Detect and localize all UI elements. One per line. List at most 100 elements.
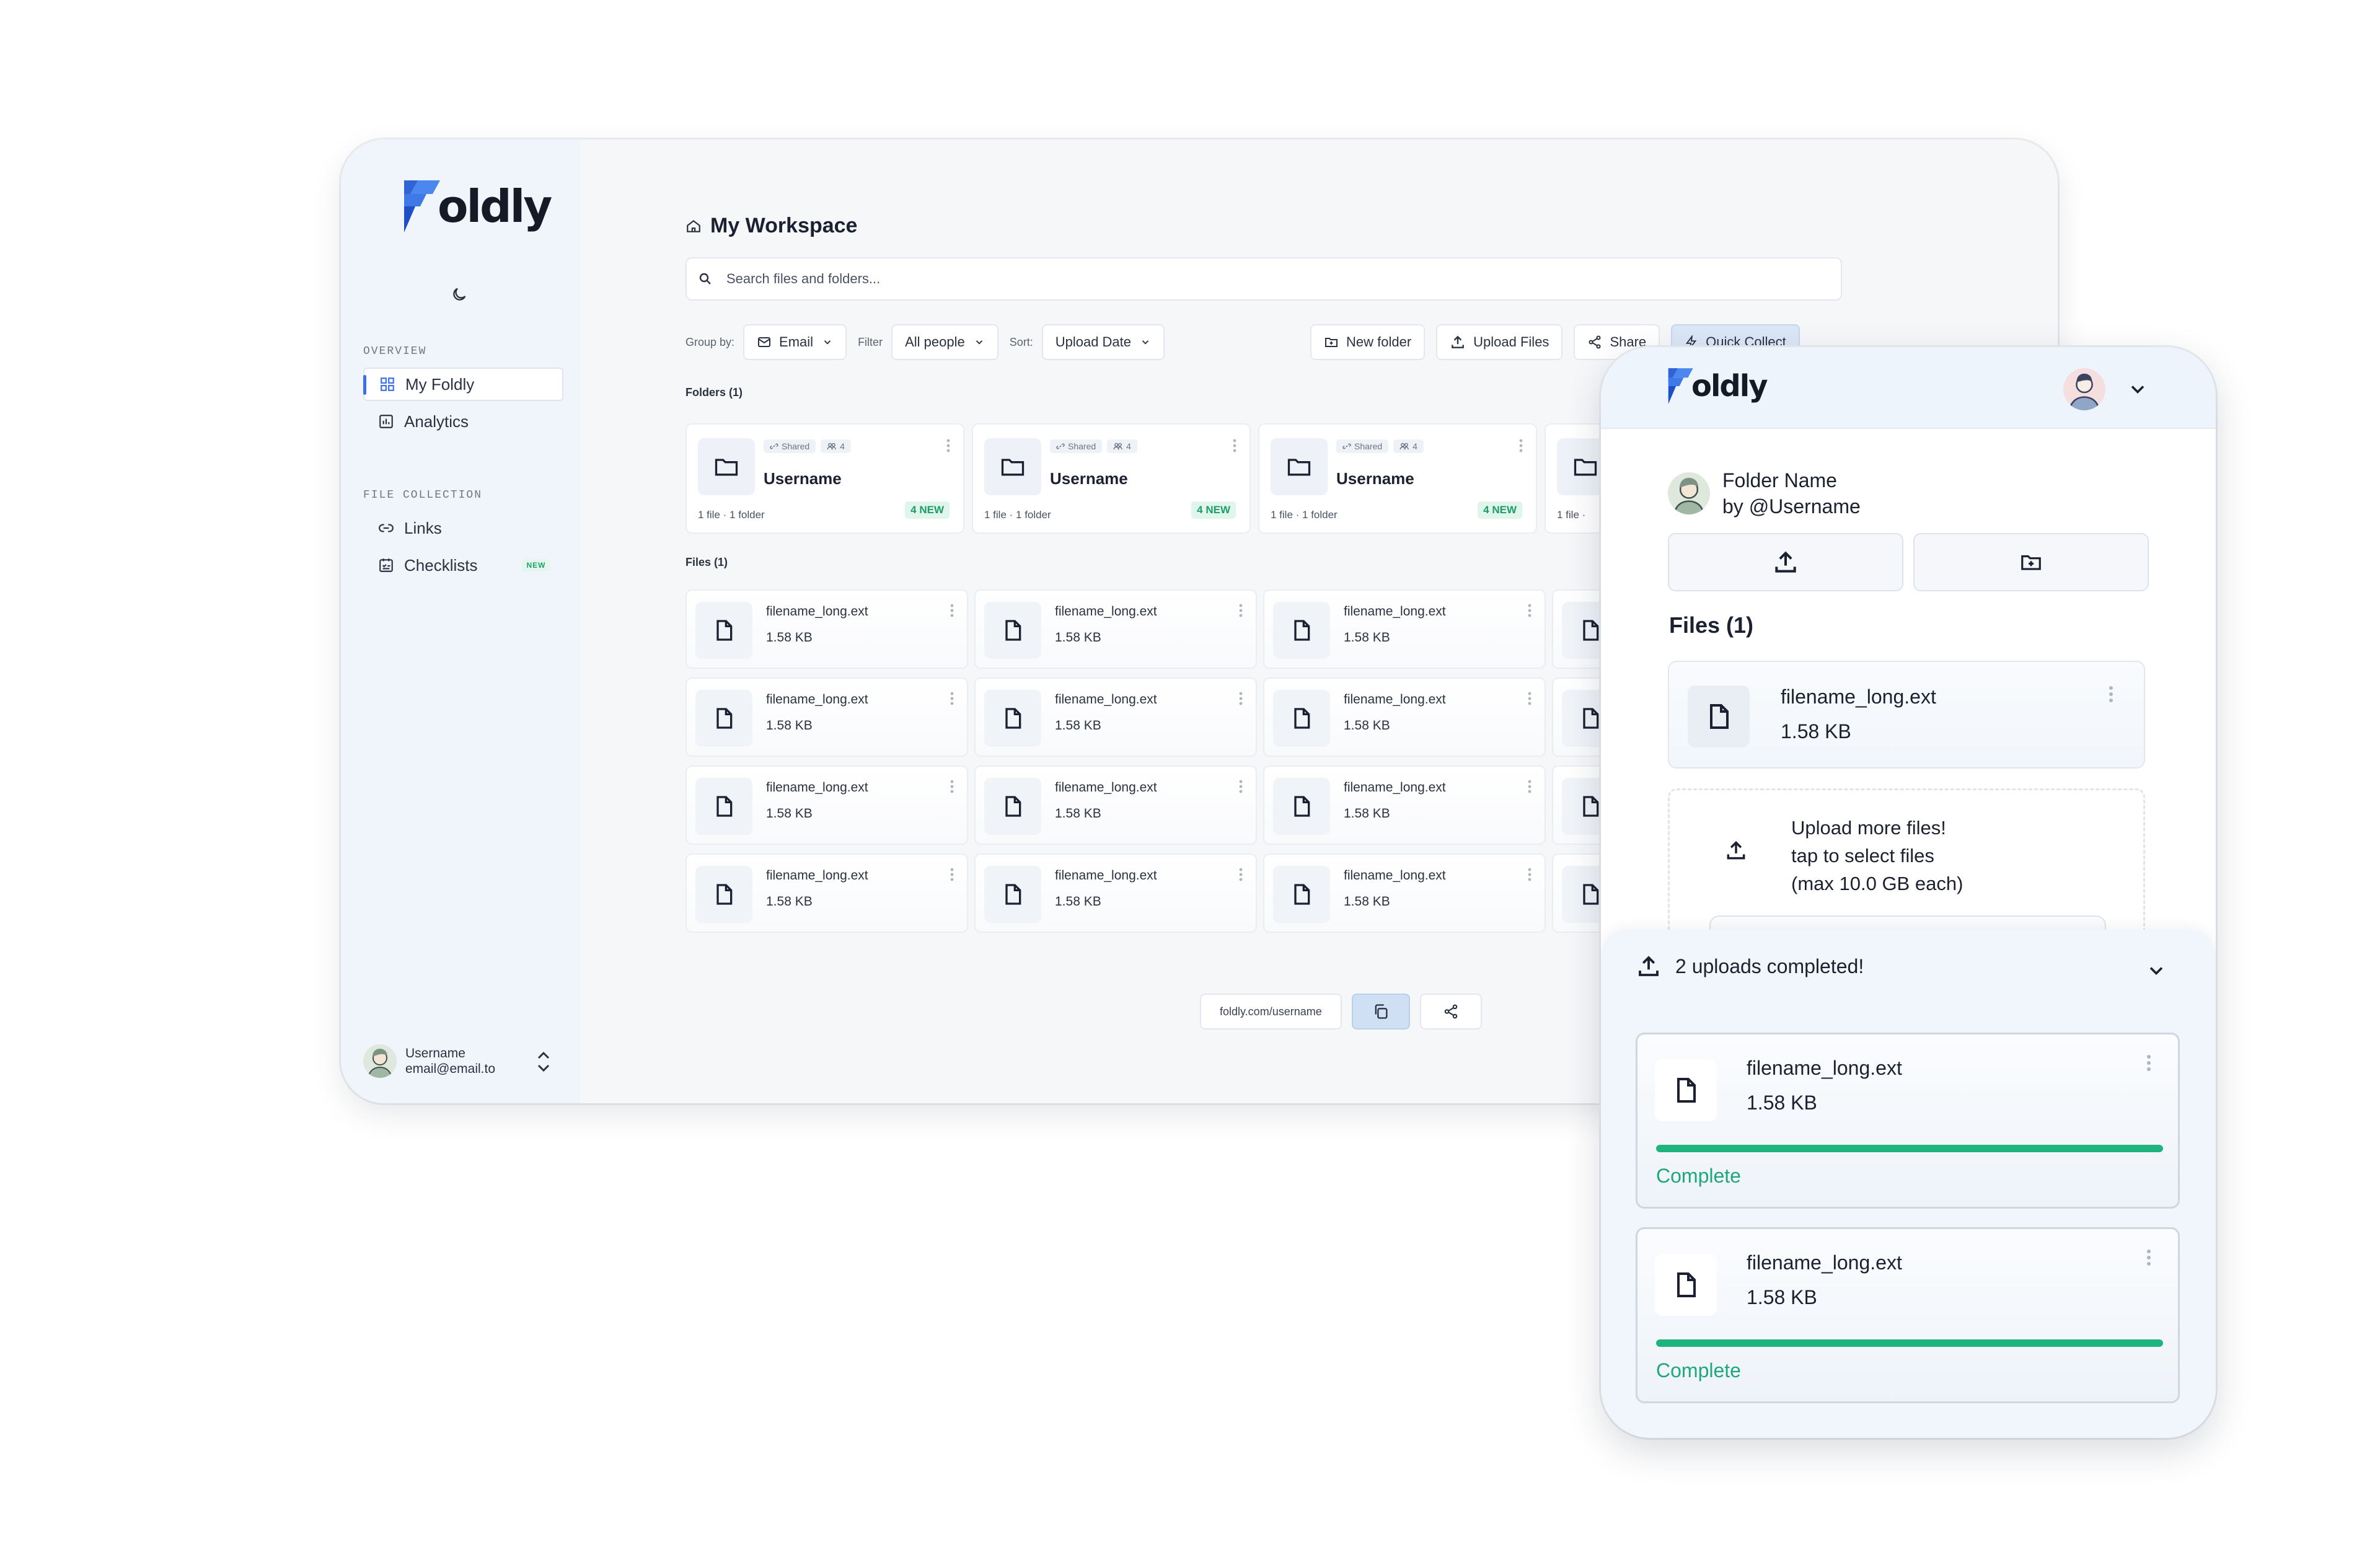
file-icon: [1005, 884, 1021, 905]
upload-icon: [1775, 551, 1796, 573]
more-vertical-icon[interactable]: [1518, 438, 1523, 453]
more-vertical-icon[interactable]: [1238, 603, 1243, 618]
section-collection-label: FILE COLLECTION: [363, 489, 483, 501]
file-card[interactable]: filename_long.ext 1.58 KB: [685, 677, 968, 757]
shared-badge-text: Shared: [782, 441, 810, 451]
folder-card[interactable]: Shared 4 Username 1 file · 1 folder 4 NE…: [972, 423, 1251, 534]
more-vertical-icon[interactable]: [1527, 779, 1532, 794]
upload-item[interactable]: filename_long.ext 1.58 KB Complete: [1636, 1227, 2180, 1403]
file-card[interactable]: filename_long.ext 1.58 KB: [974, 589, 1257, 669]
file-tile: [984, 602, 1041, 659]
file-card[interactable]: filename_long.ext 1.58 KB: [1263, 853, 1546, 933]
share-url-field[interactable]: foldly.com/username: [1200, 994, 1342, 1030]
shared-badge: Shared: [764, 439, 816, 453]
sidebar-item-links[interactable]: Links: [363, 511, 563, 545]
file-icon: [1583, 708, 1599, 729]
file-card[interactable]: filename_long.ext 1.58 KB: [974, 765, 1257, 845]
file-card[interactable]: filename_long.ext 1.58 KB: [1263, 677, 1546, 757]
file-name: filename_long.ext: [766, 604, 868, 619]
share-link-button[interactable]: [1419, 994, 1482, 1030]
copy-link-button[interactable]: [1351, 994, 1410, 1030]
search-icon: [699, 273, 711, 284]
chevron-down-icon[interactable]: [2127, 378, 2149, 400]
folder-plus-icon: [2021, 555, 2041, 570]
home-icon: [687, 219, 700, 232]
file-tile: [1655, 1059, 1717, 1121]
sidebar-item-analytics[interactable]: Analytics: [363, 405, 563, 438]
folder-icon: [1001, 459, 1025, 476]
search-input[interactable]: Search files and folders...: [685, 257, 1842, 301]
file-card[interactable]: filename_long.ext 1.58 KB: [974, 677, 1257, 757]
group-by-select[interactable]: Email: [743, 324, 847, 360]
more-vertical-icon[interactable]: [950, 691, 954, 706]
new-folder-button[interactable]: New folder: [1310, 324, 1426, 360]
file-card[interactable]: filename_long.ext 1.58 KB: [685, 853, 968, 933]
logo-mark-icon: [1668, 368, 1693, 404]
theme-toggle[interactable]: [451, 286, 468, 303]
more-vertical-icon[interactable]: [1238, 779, 1243, 794]
upload-item[interactable]: filename_long.ext 1.58 KB Complete: [1636, 1033, 2180, 1209]
sidebar-item-checklists[interactable]: Checklists NEW: [363, 549, 563, 582]
chevron-down-icon[interactable]: [2145, 959, 2167, 982]
files-heading: Files (1): [1669, 612, 1754, 638]
chevron-down-icon: [824, 340, 831, 345]
more-vertical-icon[interactable]: [2146, 1053, 2152, 1073]
filter-select[interactable]: All people: [891, 324, 998, 360]
more-vertical-icon[interactable]: [1527, 603, 1532, 618]
folder-name: Username: [1336, 469, 1414, 488]
user-menu[interactable]: Username email@email.to: [363, 1044, 550, 1078]
upload-files-label: Upload Files: [1473, 334, 1549, 350]
link-icon: [1342, 443, 1351, 449]
folder-card[interactable]: Shared 4 Username 1 file · 1 folder 4 NE…: [1258, 423, 1537, 534]
more-vertical-icon[interactable]: [1232, 438, 1237, 453]
file-size: 1.58 KB: [766, 718, 813, 733]
folder-card[interactable]: Shared 4 Username 1 file · 1 folder 4 NE…: [685, 423, 964, 534]
file-name: filename_long.ext: [1747, 1251, 1902, 1274]
file-name: filename_long.ext: [766, 868, 868, 883]
more-vertical-icon[interactable]: [1238, 691, 1243, 706]
more-vertical-icon[interactable]: [1527, 867, 1532, 882]
folder-counts: 1 file · 1 folder: [1271, 509, 1338, 521]
upload-button[interactable]: [1668, 533, 1903, 591]
more-vertical-icon[interactable]: [950, 779, 954, 794]
new-folder-button[interactable]: [1913, 533, 2149, 591]
user-email: email@email.to: [405, 1062, 496, 1076]
file-card[interactable]: filename_long.ext 1.58 KB: [1263, 765, 1546, 845]
chevron-up-down-icon[interactable]: [534, 1048, 553, 1075]
folder-owner: by @Username: [1722, 495, 1861, 518]
more-vertical-icon[interactable]: [950, 603, 954, 618]
more-vertical-icon[interactable]: [2108, 684, 2114, 704]
file-tile: [1655, 1254, 1717, 1316]
link-icon: [1056, 443, 1065, 449]
file-card[interactable]: filename_long.ext 1.58 KB: [1263, 589, 1546, 669]
file-card[interactable]: filename_long.ext 1.58 KB: [685, 765, 968, 845]
file-size: 1.58 KB: [1055, 718, 1101, 733]
progress-fill: [1656, 1339, 2163, 1347]
file-card[interactable]: filename_long.ext 1.58 KB: [685, 589, 968, 669]
more-vertical-icon[interactable]: [946, 438, 951, 453]
folder-icon: [1287, 459, 1311, 476]
more-vertical-icon[interactable]: [1527, 691, 1532, 706]
file-icon: [1005, 708, 1021, 729]
folder-name: Username: [764, 469, 842, 488]
more-vertical-icon[interactable]: [950, 867, 954, 882]
file-tile: [1688, 686, 1750, 747]
file-icon: [1677, 1078, 1696, 1103]
mobile-header: oldly: [1601, 347, 2216, 429]
sort-select[interactable]: Upload Date: [1041, 324, 1165, 360]
file-card[interactable]: filename_long.ext 1.58 KB: [1668, 661, 2145, 769]
uploads-header[interactable]: 2 uploads completed!: [1636, 953, 1864, 979]
file-name: filename_long.ext: [1781, 686, 1936, 708]
file-tile: [695, 778, 752, 835]
avatar[interactable]: [2063, 368, 2105, 410]
file-size: 1.58 KB: [1344, 806, 1390, 821]
file-card[interactable]: filename_long.ext 1.58 KB: [974, 853, 1257, 933]
upload-dropzone[interactable]: Upload more files! tap to select files (…: [1668, 788, 2145, 965]
logo: oldly: [402, 180, 552, 232]
upload-files-button[interactable]: Upload Files: [1436, 324, 1563, 360]
chevron-down-icon: [976, 340, 982, 345]
more-vertical-icon[interactable]: [2146, 1248, 2152, 1268]
file-size: 1.58 KB: [1344, 630, 1390, 645]
more-vertical-icon[interactable]: [1238, 867, 1243, 882]
sidebar-item-my-foldly[interactable]: My Foldly: [363, 368, 563, 401]
